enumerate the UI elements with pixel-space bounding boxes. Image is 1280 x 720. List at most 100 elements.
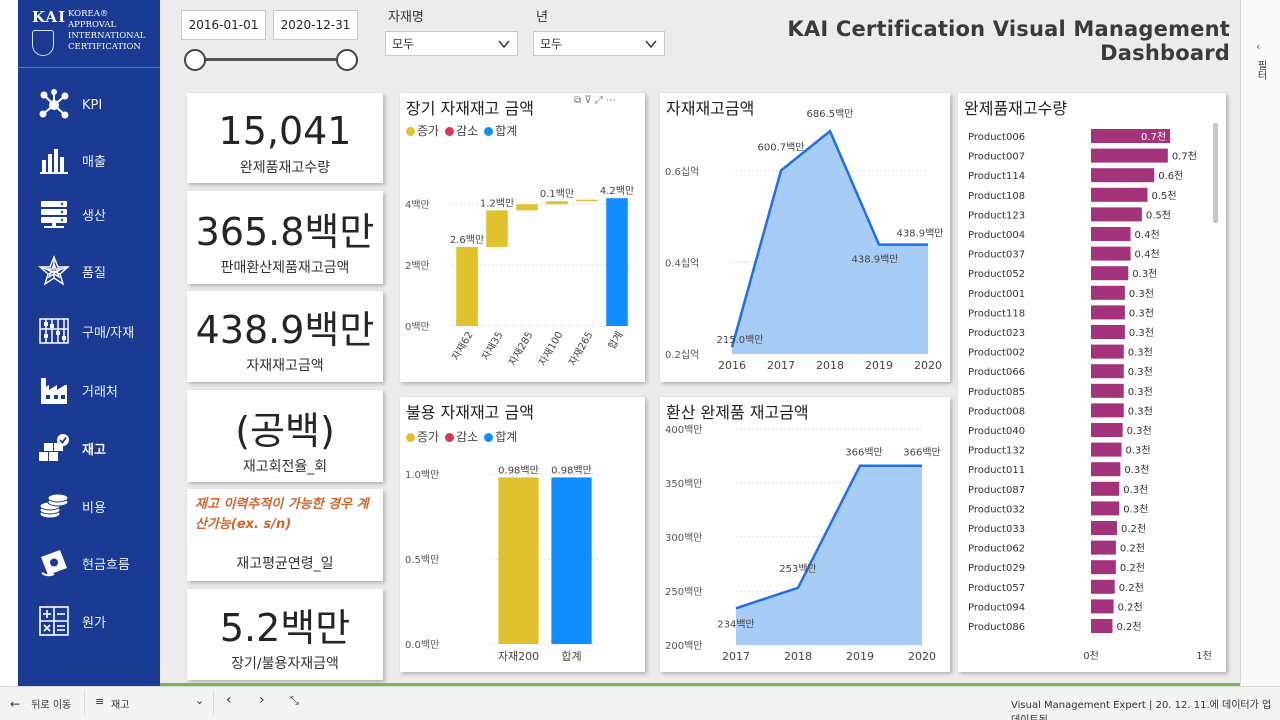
- data-label: 253백만: [779, 563, 817, 575]
- page-title: KAI Certification Visual Management Dash…: [787, 17, 1230, 65]
- factory-icon: [41, 378, 67, 404]
- material-dropdown-value: 모두: [392, 37, 415, 51]
- x-tick-label: 자재265: [566, 330, 595, 368]
- bar-category-label: Product023: [968, 328, 1025, 339]
- data-label: 0.5천: [1152, 190, 1177, 202]
- slider-handle-start[interactable]: [184, 49, 206, 71]
- date-end-input[interactable]: 2020-12-31: [273, 10, 358, 40]
- bar: [1091, 619, 1113, 633]
- kpi-card-finished-qty[interactable]: 15,041 완제품재고수량: [187, 93, 383, 183]
- logo-lines: KOREA® APPROVAL INTERNATIONAL CERTIFICAT…: [68, 9, 145, 53]
- page-selector[interactable]: ≡ 재고 ⌄: [84, 691, 214, 715]
- material-filter-label: 자재명: [388, 10, 424, 25]
- data-label: 366백만: [845, 447, 883, 459]
- x-tick-label: 0천: [1083, 650, 1099, 662]
- chart-material-stock[interactable]: 자재재고금액 0.2십억 0.4십억 0.6십억 2016 2017 2018 2019 20…: [660, 93, 950, 382]
- nav-item-cost[interactable]: 원가: [18, 593, 160, 649]
- chevron-left-icon[interactable]: ‹: [1256, 40, 1260, 53]
- nav-item-partners[interactable]: 거래처: [18, 362, 160, 418]
- waterfall-bar: [551, 477, 592, 644]
- bar: [1091, 187, 1148, 202]
- nav-item-production[interactable]: 생산: [18, 186, 160, 242]
- y-tick-label: 0.2십억: [665, 349, 699, 361]
- bar: [1091, 403, 1124, 418]
- bar-category-label: Product052: [968, 269, 1025, 280]
- x-tick-label: 자재100: [536, 330, 565, 368]
- kpi-note: 재고 이력추적이 가능한 경우 계산가능(ex. s/n): [195, 497, 369, 532]
- bar-category-label: Product108: [968, 191, 1025, 202]
- data-label: 0.98백만: [498, 464, 539, 476]
- star-web-icon: [38, 255, 70, 286]
- data-label: 1.2백만: [480, 197, 514, 209]
- y-tick-label: 1.0백만: [405, 469, 439, 481]
- data-label: 0.3천: [1127, 425, 1152, 437]
- nav-label: 매출: [82, 154, 106, 170]
- next-page-button[interactable]: ›: [259, 692, 265, 708]
- kpi-card-dead-stock[interactable]: 5.2백만 장기/불용자재금액: [187, 589, 383, 680]
- date-start-input[interactable]: 2016-01-01: [181, 10, 266, 40]
- date-range-slider[interactable]: [184, 49, 360, 71]
- bar-category-label: Product118: [968, 308, 1025, 319]
- chart-finished-qty[interactable]: 완제품재고수량 Product006 0.7천 Product007 0.7천 Prod…: [958, 93, 1226, 672]
- bar-category-label: Product007: [968, 152, 1025, 163]
- data-label: 0.2천: [1118, 601, 1143, 613]
- bar: [1091, 579, 1115, 594]
- data-label: 0.6천: [1158, 170, 1183, 182]
- nav-item-cashflow[interactable]: 현금흐름: [18, 535, 160, 591]
- nav-label: 품질: [82, 265, 106, 281]
- nav-item-kpi[interactable]: KPI: [18, 77, 160, 133]
- x-tick-label: 자재200: [498, 650, 539, 663]
- bar-category-label: Product085: [968, 387, 1025, 398]
- logo-crest-icon: [32, 30, 54, 56]
- waterfall-chart-svg: 0백만 2백만 4백만 2.6백만자재62 1.2백만자재35 자재285 0.1백만자재1…: [405, 185, 634, 368]
- slider-handle-end[interactable]: [336, 49, 358, 71]
- x-tick-label: 자재285: [506, 330, 535, 368]
- bar-category-label: Product037: [968, 250, 1025, 261]
- data-label: 0.3천: [1129, 327, 1154, 339]
- filter-pane-label: 필터: [1255, 60, 1266, 80]
- bar-category-label: Product006: [968, 132, 1025, 143]
- nav-label: 구매/자재: [82, 325, 135, 341]
- calculator-icon: [39, 606, 69, 636]
- chevron-down-icon: [498, 40, 510, 49]
- nav-item-expense[interactable]: 비용: [18, 478, 160, 534]
- nav-item-purchasing[interactable]: 구매/자재: [18, 303, 160, 359]
- x-tick-label: 합계: [561, 650, 581, 663]
- data-label: 234백만: [717, 618, 755, 630]
- bar: [1091, 521, 1117, 535]
- nav-item-sales[interactable]: 매출: [18, 132, 160, 188]
- coins-icon: [39, 493, 69, 519]
- kpi-card-material-stock[interactable]: 438.9백만 자재재고금액: [187, 291, 383, 382]
- prev-page-button[interactable]: ‹: [226, 692, 232, 708]
- fit-to-page-icon[interactable]: ⤡: [290, 694, 299, 708]
- data-label: 686.5백만: [806, 108, 853, 120]
- bar-category-label: Product132: [968, 446, 1025, 457]
- page-selector-label: 재고: [111, 700, 130, 711]
- bar-category-label: Product066: [968, 367, 1025, 378]
- bar: [1091, 227, 1131, 241]
- bar-category-label: Product011: [968, 465, 1025, 476]
- bar-category-label: Product040: [968, 426, 1025, 437]
- kpi-card-avg-age[interactable]: 재고 이력추적이 가능한 경우 계산가능(ex. s/n) 재고평균연령_일: [187, 489, 383, 581]
- x-tick-label: 2018: [784, 650, 812, 663]
- data-label: 0.2천: [1120, 562, 1145, 574]
- nav-item-inventory[interactable]: 재고: [18, 420, 160, 476]
- kpi-card-converted-stock[interactable]: 365.8백만 판매환산제품재고금액: [187, 191, 383, 284]
- back-button[interactable]: ← 뒤로 이동: [10, 696, 71, 711]
- filter-pane-collapsed[interactable]: ‹ 필터: [1240, 0, 1280, 686]
- kpi-label: 재고평균연령_일: [236, 556, 334, 572]
- kpi-card-turnover[interactable]: (공백) 재고회전율_회: [187, 390, 383, 482]
- chart-long-term-stock[interactable]: 장기 자재재고 금액 ⧉ ⊽ ⤢ ⋯ 증가 감소 합계 0백만 2백만 4백만 2.6…: [400, 93, 645, 382]
- bar-chart-svg: Product006 0.7천 Product007 0.7천 Product114 0.…: [968, 129, 1212, 662]
- chart-converted-stock[interactable]: 환산 완제품 재고금액 200백만 250백만 300백만 350백만 400백만 201…: [660, 397, 950, 672]
- data-label: 0.7천: [1172, 151, 1197, 163]
- material-dropdown[interactable]: 모두: [385, 31, 518, 56]
- x-tick-label: 2018: [816, 359, 844, 372]
- year-filter-label: 년: [536, 10, 548, 25]
- data-label: 0.3천: [1128, 405, 1153, 417]
- nav-item-quality[interactable]: 품질: [18, 243, 160, 299]
- year-dropdown[interactable]: 모두: [533, 31, 665, 56]
- x-tick-label: 자재35: [480, 330, 506, 363]
- chart-dead-stock[interactable]: 불용 자재재고 금액 증가 감소 합계 0.0백만 0.5백만 1.0백만 0.98백…: [400, 397, 645, 672]
- data-label: 0.3천: [1124, 464, 1149, 476]
